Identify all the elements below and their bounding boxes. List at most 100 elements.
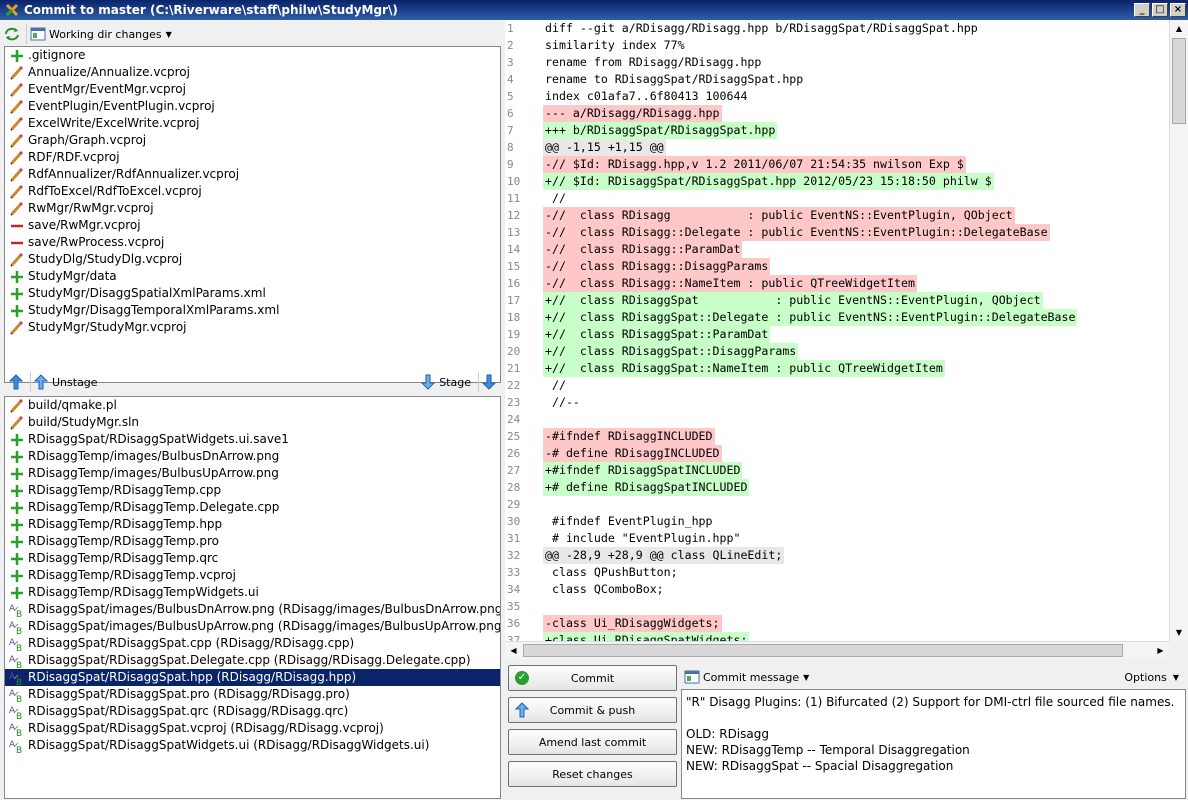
- file-row[interactable]: StudyMgr/DisaggTemporalXmlParams.xml: [5, 302, 500, 319]
- file-row[interactable]: StudyMgr/DisaggSpatialXmlParams.xml: [5, 285, 500, 302]
- stage-button[interactable]: Stage: [418, 372, 474, 392]
- file-row[interactable]: RDisaggSpat/RDisaggSpatWidgets.ui.save1: [5, 431, 500, 448]
- file-row[interactable]: RDisaggTemp/images/BulbusUpArrow.png: [5, 465, 500, 482]
- working-dir-dropdown[interactable]: Working dir changes ▼: [26, 24, 175, 44]
- file-row[interactable]: build/StudyMgr.sln: [5, 414, 500, 431]
- svg-text:A: A: [9, 706, 16, 716]
- file-row[interactable]: ExcelWrite/ExcelWrite.vcproj: [5, 115, 500, 132]
- scroll-left-icon[interactable]: ◀: [505, 642, 522, 659]
- diff-line-text: -// class RDisagg::ParamDat: [543, 241, 743, 258]
- file-row[interactable]: RDisaggTemp/RDisaggTemp.qrc: [5, 550, 500, 567]
- scroll-down-icon[interactable]: ▼: [1170, 624, 1188, 641]
- file-row[interactable]: A B RDisaggSpat/RDisaggSpat.cpp (RDisagg/R…: [5, 635, 500, 652]
- renamed-file-icon: AB: [9, 602, 25, 618]
- diff-line: 20 +// class RDisaggSpat::DisaggParams: [505, 343, 1169, 360]
- diff-vscroll-thumb[interactable]: [1172, 38, 1186, 124]
- file-row[interactable]: build/qmake.pl: [5, 397, 500, 414]
- file-row[interactable]: A B RDisaggSpat/RDisaggSpat.vcproj (RDisag…: [5, 720, 500, 737]
- file-name: StudyMgr/DisaggSpatialXmlParams.xml: [28, 286, 266, 300]
- diff-vertical-scrollbar[interactable]: ▲ ▼: [1169, 20, 1188, 641]
- diff-line: 21 +// class RDisaggSpat::NameItem : publ…: [505, 360, 1169, 377]
- added-file-icon: [9, 551, 25, 567]
- renamed-file-icon: AB: [9, 636, 25, 652]
- line-number: 13: [507, 226, 521, 239]
- diff-view[interactable]: 1 diff --git a/RDisagg/RDisagg.hpp b/RDis…: [505, 20, 1169, 641]
- file-row[interactable]: RDisaggTemp/RDisaggTemp.cpp: [5, 482, 500, 499]
- file-row[interactable]: A B RDisaggSpat/RDisaggSpat.pro (RDisagg/R…: [5, 686, 500, 703]
- diff-horizontal-scrollbar[interactable]: ◀ ▶: [505, 641, 1169, 659]
- file-row[interactable]: RDisaggTemp/RDisaggTemp.pro: [5, 533, 500, 550]
- file-row[interactable]: RdfToExcel/RdfToExcel.vcproj: [5, 183, 500, 200]
- line-number: 25: [507, 430, 521, 443]
- diff-line-text: +// class RDisaggSpat::ParamDat: [543, 326, 771, 343]
- file-row[interactable]: A B RDisaggSpat/RDisaggSpat.qrc (RDisagg/R…: [5, 703, 500, 720]
- diff-line: 2 similarity index 77%: [505, 37, 1169, 54]
- unstage-all-button[interactable]: [6, 372, 26, 392]
- line-number: 21: [507, 362, 521, 375]
- amend-button[interactable]: Amend last commit: [508, 729, 677, 755]
- diff-line-text: similarity index 77%: [545, 38, 685, 52]
- file-row[interactable]: save/RwProcess.vcproj: [5, 234, 500, 251]
- file-row[interactable]: RDisaggTemp/RDisaggTemp.vcproj: [5, 567, 500, 584]
- file-row[interactable]: RDisaggTemp/RDisaggTemp.Delegate.cpp: [5, 499, 500, 516]
- staged-file-list[interactable]: build/qmake.pl build/StudyMgr.sln RDisaggS…: [4, 396, 501, 799]
- svg-text:B: B: [16, 695, 22, 703]
- refresh-icon: [5, 27, 19, 41]
- line-number: 17: [507, 294, 521, 307]
- file-row[interactable]: A B RDisaggSpat/RDisaggSpat.hpp (RDisagg/R…: [5, 669, 500, 686]
- commit-message-input[interactable]: "R" Disagg Plugins: (1) Bifurcated (2) S…: [681, 689, 1186, 799]
- diff-line-text: -// class RDisagg::Delegate : public Eve…: [543, 224, 1050, 241]
- file-row[interactable]: A B RDisaggSpat/images/BulbusDnArrow.png (…: [5, 601, 500, 618]
- file-row[interactable]: StudyMgr/StudyMgr.vcproj: [5, 319, 500, 336]
- minimize-button[interactable]: _: [1134, 3, 1150, 17]
- file-row[interactable]: A B RDisaggSpat/RDisaggSpat.Delegate.cpp (…: [5, 652, 500, 669]
- line-number: 1: [507, 22, 514, 35]
- title-bar: Commit to master (C:\Riverware\staff\phi…: [0, 0, 1188, 20]
- reset-changes-button[interactable]: Reset changes: [508, 761, 677, 787]
- commit-button[interactable]: ✓ Commit: [508, 665, 677, 691]
- file-row[interactable]: RDisaggTemp/RDisaggTemp.hpp: [5, 516, 500, 533]
- scroll-up-icon[interactable]: ▲: [1170, 20, 1188, 37]
- refresh-button[interactable]: [0, 24, 24, 44]
- file-row[interactable]: RDisaggTemp/RDisaggTempWidgets.ui: [5, 584, 500, 601]
- file-row[interactable]: Annualize/Annualize.vcproj: [5, 64, 500, 81]
- file-row[interactable]: save/RwMgr.vcproj: [5, 217, 500, 234]
- options-dropdown[interactable]: Options ▼: [1121, 667, 1182, 687]
- diff-line-text: [543, 496, 547, 513]
- renamed-file-icon: AB: [9, 619, 25, 635]
- file-row[interactable]: EventPlugin/EventPlugin.vcproj: [5, 98, 500, 115]
- file-row[interactable]: Graph/Graph.vcproj: [5, 132, 500, 149]
- file-row[interactable]: EventMgr/EventMgr.vcproj: [5, 81, 500, 98]
- file-name: StudyMgr/data: [28, 269, 117, 283]
- file-row[interactable]: StudyDlg/StudyDlg.vcproj: [5, 251, 500, 268]
- svg-text:A: A: [9, 655, 16, 665]
- modified-file-icon: [9, 252, 25, 268]
- file-row[interactable]: StudyMgr/data: [5, 268, 500, 285]
- line-number: 34: [507, 583, 521, 596]
- maximize-button[interactable]: □: [1152, 3, 1168, 17]
- unstage-button[interactable]: Unstage: [30, 372, 101, 392]
- close-button[interactable]: ×: [1170, 3, 1186, 17]
- file-row[interactable]: .gitignore: [5, 47, 500, 64]
- file-row[interactable]: A B RDisaggSpat/RDisaggSpatWidgets.ui (RDi…: [5, 737, 500, 754]
- file-name: RDisaggSpat/RDisaggSpat.qrc (RDisagg/RDi…: [28, 704, 349, 718]
- diff-line-text: +// class RDisaggSpat::DisaggParams: [543, 343, 799, 360]
- commit-message-dropdown[interactable]: Commit message ▼: [681, 667, 812, 687]
- commit-push-button[interactable]: Commit & push: [508, 697, 677, 723]
- file-row[interactable]: RDF/RDF.vcproj: [5, 149, 500, 166]
- scroll-right-icon[interactable]: ▶: [1152, 642, 1169, 659]
- file-row[interactable]: RdfAnnualizer/RdfAnnualizer.vcproj: [5, 166, 500, 183]
- unstaged-file-list[interactable]: .gitignore Annualize/Annualize.vcproj Even…: [4, 46, 501, 383]
- diff-hscroll-thumb[interactable]: [523, 644, 1123, 657]
- diff-line-text: +// $Id: RDisaggSpat/RDisaggSpat.hpp 201…: [543, 173, 994, 190]
- stage-all-button[interactable]: [478, 372, 499, 392]
- file-row[interactable]: RDisaggTemp/images/BulbusDnArrow.png: [5, 448, 500, 465]
- file-name: RDisaggTemp/RDisaggTemp.hpp: [28, 517, 223, 531]
- file-row[interactable]: RwMgr/RwMgr.vcproj: [5, 200, 500, 217]
- svg-text:B: B: [16, 746, 22, 754]
- diff-line-text: -// class RDisagg : public EventNS::Even…: [543, 207, 1015, 224]
- file-row[interactable]: A B RDisaggSpat/images/BulbusUpArrow.png (…: [5, 618, 500, 635]
- diff-line-text: [543, 598, 547, 615]
- git-extensions-icon: [4, 2, 20, 18]
- svg-text:B: B: [16, 678, 22, 686]
